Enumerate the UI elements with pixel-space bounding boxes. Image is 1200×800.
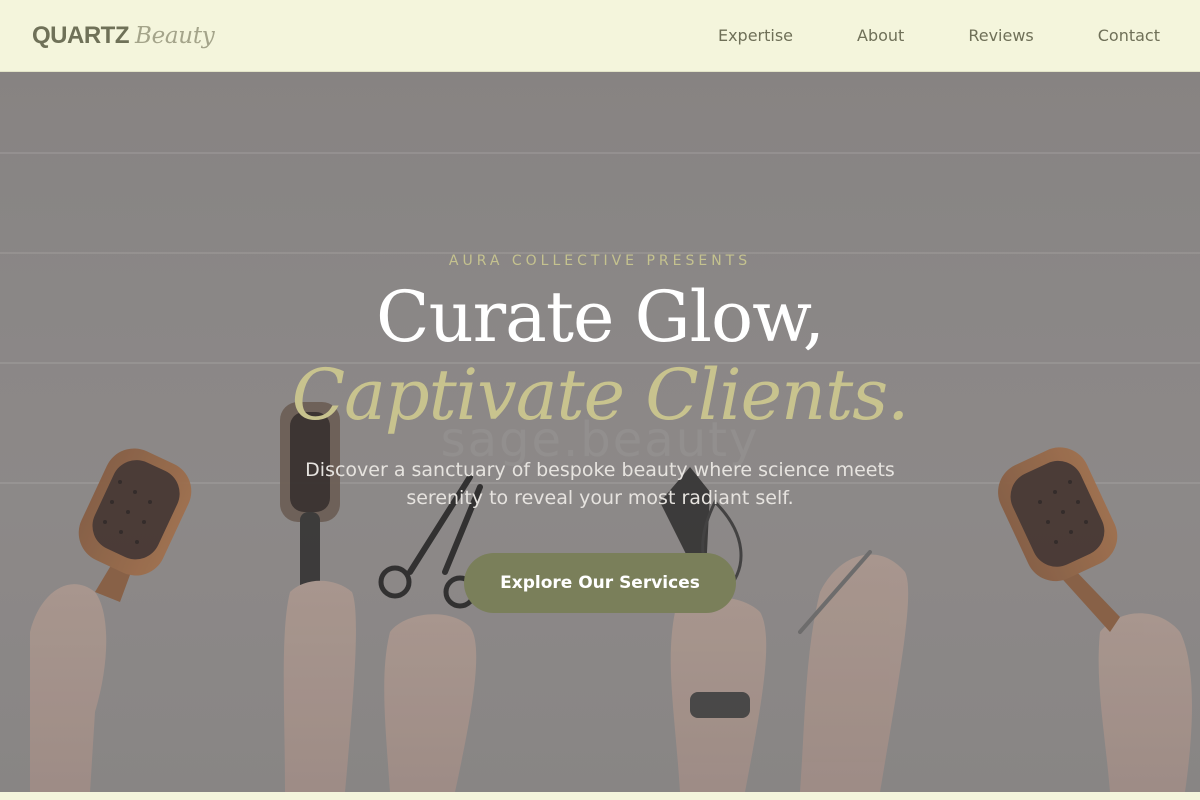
hero-headline-line1: Curate Glow, [376, 276, 825, 358]
brand-logo[interactable]: QUARTZ Beauty [32, 21, 215, 50]
main-nav: Expertise About Reviews Contact [718, 26, 1160, 45]
hero-eyebrow: AURA COLLECTIVE PRESENTS [448, 253, 752, 269]
hero-content: AURA COLLECTIVE PRESENTS Curate Glow, Ca… [0, 72, 1200, 792]
nav-about[interactable]: About [857, 26, 904, 45]
explore-services-button[interactable]: Explore Our Services [464, 553, 736, 613]
nav-expertise[interactable]: Expertise [718, 26, 793, 45]
logo-wordmark: QUARTZ [32, 21, 129, 49]
site-header: QUARTZ Beauty Expertise About Reviews Co… [0, 0, 1200, 72]
nav-reviews[interactable]: Reviews [968, 26, 1033, 45]
nav-contact[interactable]: Contact [1098, 26, 1160, 45]
hero-subtext: Discover a sanctuary of bespoke beauty w… [305, 459, 895, 509]
page-bottom-strip [0, 792, 1200, 800]
hero-headline-line2: Captivate Clients. [291, 354, 910, 436]
logo-subtitle: Beauty [134, 22, 215, 49]
hero-section: sage.beauty AURA COLLECTIVE PRESENTS Cur… [0, 72, 1200, 792]
